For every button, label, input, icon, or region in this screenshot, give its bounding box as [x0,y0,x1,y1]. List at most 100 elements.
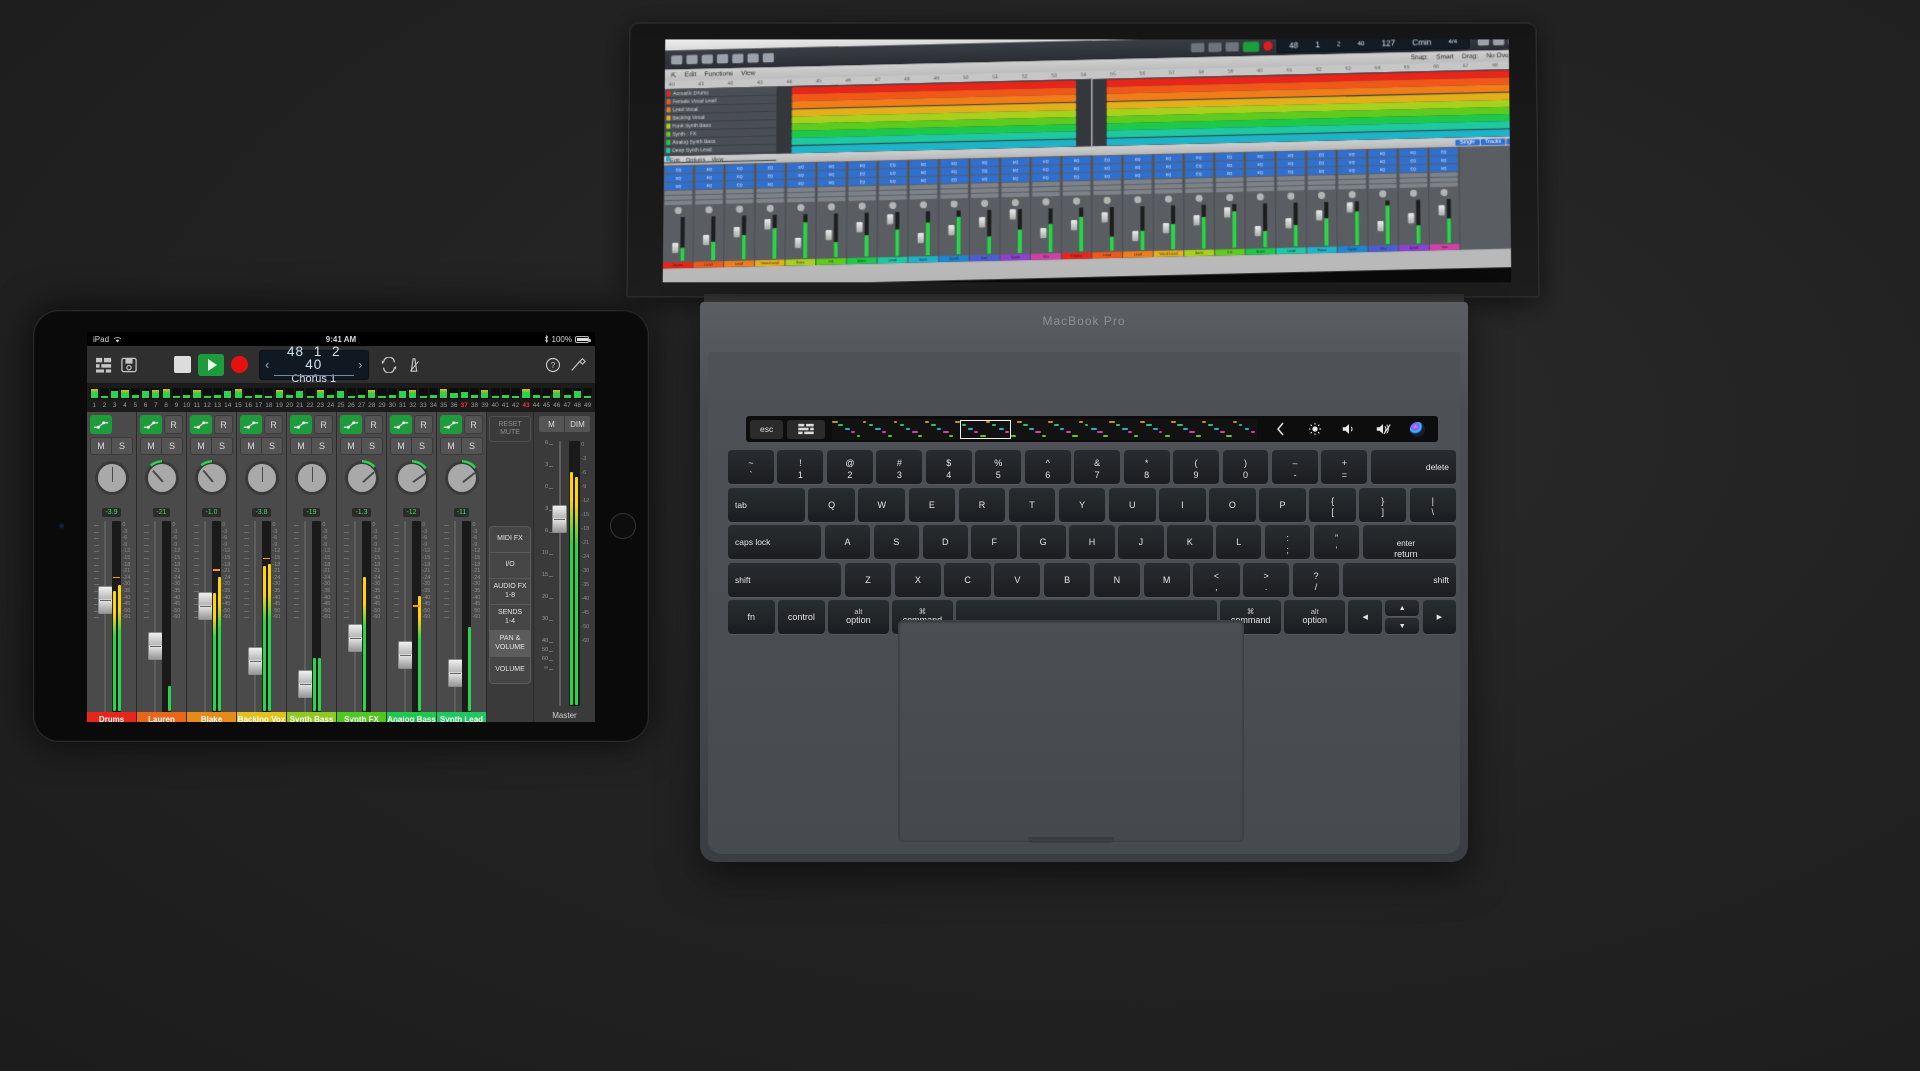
logic-plugin-slot[interactable]: EQ [1338,150,1366,158]
logic-send-slot[interactable] [1430,177,1458,182]
logic-send-slot[interactable] [1063,181,1091,186]
logic-plugin-slot[interactable]: EQ [879,169,907,177]
logic-plugin-slot[interactable]: EQ [1185,154,1213,162]
logic-plugin-slot[interactable]: EQ [971,159,999,167]
key-o[interactable]: O [1209,488,1256,522]
key-q[interactable]: Q [808,488,855,522]
solo-button[interactable]: S [462,437,483,455]
ruler-bar-number[interactable]: 30 [387,399,397,412]
logic-send-slot[interactable] [971,183,999,188]
solo-button[interactable]: S [362,437,383,455]
logic-mixer-tab-all[interactable]: All [1506,138,1511,144]
key-arrow-left[interactable]: ◀ [1348,600,1382,634]
ruler-bar-number[interactable]: 29 [377,399,387,412]
logic-send-slot[interactable] [1369,174,1397,179]
record-button[interactable] [231,356,248,373]
mute-button[interactable]: M [190,437,212,455]
metronome-icon[interactable] [405,357,423,373]
logic-fader-area[interactable] [1246,202,1276,249]
logic-pan-knob[interactable] [1307,189,1337,201]
logic-plugin-slot[interactable]: EQ [1369,166,1397,174]
view-button[interactable]: SENDS 1-4 [490,605,530,631]
ruler-bar-number[interactable]: 40 [490,399,500,412]
logic-channel-strip[interactable]: EQ EQ EQ Bass [1245,151,1276,255]
key-[interactable]: – - [1272,450,1318,484]
solo-button[interactable]: S [212,437,233,455]
logic-fader-area[interactable] [1000,208,1030,255]
logic-channel-strip[interactable]: EQ EQ EQ Vox [1429,147,1461,251]
logic-pan-knob[interactable] [1276,190,1306,202]
logic-send-slot[interactable] [1032,182,1060,187]
logic-plugin-slot[interactable]: EQ [1430,148,1458,156]
ruler-bar-number[interactable]: 41 [500,399,510,412]
logic-mixer-menu-edit[interactable]: Edit [670,157,680,163]
pan-knob[interactable] [145,461,179,495]
ruler-bar-number[interactable]: 11 [192,399,202,412]
logic-fader-area[interactable] [755,214,785,261]
key-5[interactable]: % 5 [975,450,1021,484]
logic-fader-cap[interactable] [978,217,984,227]
logic-plugin-slot[interactable]: EQ [695,173,723,181]
logic-plugin-slot[interactable]: EQ [1308,159,1336,167]
logic-quick-help-icon[interactable] [702,55,713,64]
key-b[interactable]: B [1044,563,1090,597]
logic-fader-cap[interactable] [1408,213,1414,223]
logic-send-slot[interactable] [1002,187,1030,192]
track-name-plate[interactable]: Synth Lead8 [437,712,486,722]
key-option[interactable]: alt option [828,600,889,634]
fader-cap[interactable] [398,641,413,669]
ruler-bar-number[interactable]: 23 [315,399,325,412]
record-arm-button[interactable]: R [264,415,283,434]
key-u[interactable]: U [1109,488,1156,522]
solo-button[interactable]: S [112,437,133,455]
ruler-bar-number[interactable]: 24 [325,399,335,412]
key-3[interactable]: #3 [876,450,922,484]
logic-stop-button[interactable] [1226,42,1239,51]
key-c[interactable]: C [944,563,990,597]
key-shift[interactable]: shift [728,563,841,597]
logic-pan-knob[interactable] [1062,195,1092,207]
logic-plugin-slot[interactable]: EQ [787,171,815,179]
logic-send-slot[interactable] [1063,186,1091,191]
lcd-prev-button[interactable]: ‹ [260,357,274,372]
logic-pan-knob[interactable] [1123,194,1153,206]
ruler-bar-number[interactable]: 36 [449,399,459,412]
logic-send-slot[interactable] [1400,178,1428,183]
logic-pan-knob[interactable] [1184,192,1214,204]
logic-plugin-slot[interactable]: EQ [1216,153,1244,161]
logic-send-slot[interactable] [695,195,723,200]
logic-channel-strip[interactable]: EQ EQ EQ Drums [1062,155,1093,259]
ruler-bar-number[interactable]: 18 [264,399,274,412]
ruler-bar-number[interactable]: 1 [89,399,99,412]
fader-track[interactable] [250,521,260,712]
logic-plugin-slot[interactable]: EQ [1430,164,1458,172]
ruler-bar-number[interactable]: 15 [233,399,243,412]
logic-plugin-slot[interactable]: EQ [1246,160,1274,168]
logic-fader-cap[interactable] [1254,226,1260,236]
logic-send-slot[interactable] [910,190,938,195]
key-[interactable]: }] [1359,488,1406,522]
logic-plugin-slot[interactable]: EQ [1369,149,1397,157]
brightness-icon[interactable] [1298,419,1332,439]
fader-cap[interactable] [198,592,213,620]
logic-pan-knob[interactable] [1000,197,1030,209]
logic-channel-strip[interactable]: EQ EQ EQ Lead [724,163,756,267]
key-m[interactable]: M [1144,563,1190,597]
key-control[interactable]: control [778,600,825,634]
fader-cap[interactable] [248,647,263,675]
key-0[interactable]: ) 0 [1223,450,1269,484]
logic-fader-area[interactable] [1337,200,1367,247]
volume-icon[interactable] [1332,419,1366,439]
pan-knob[interactable] [445,461,479,495]
logic-pan-knob[interactable] [1368,188,1398,200]
cycle-icon[interactable] [380,357,398,373]
view-button[interactable]: PAN & VOLUME [490,631,530,657]
logic-plugin-slot[interactable]: EQ [1124,163,1152,171]
logic-send-slot[interactable] [1216,182,1244,187]
mute-button[interactable]: M [240,437,262,455]
key-j[interactable]: J [1118,525,1163,559]
ruler-bar-number[interactable]: 33 [418,399,428,412]
ruler-bar-number[interactable]: 35 [439,399,449,412]
logic-channel-strip[interactable]: EQ EQ EQ Vocal Lead [755,163,786,267]
fader-cap[interactable] [98,586,113,614]
